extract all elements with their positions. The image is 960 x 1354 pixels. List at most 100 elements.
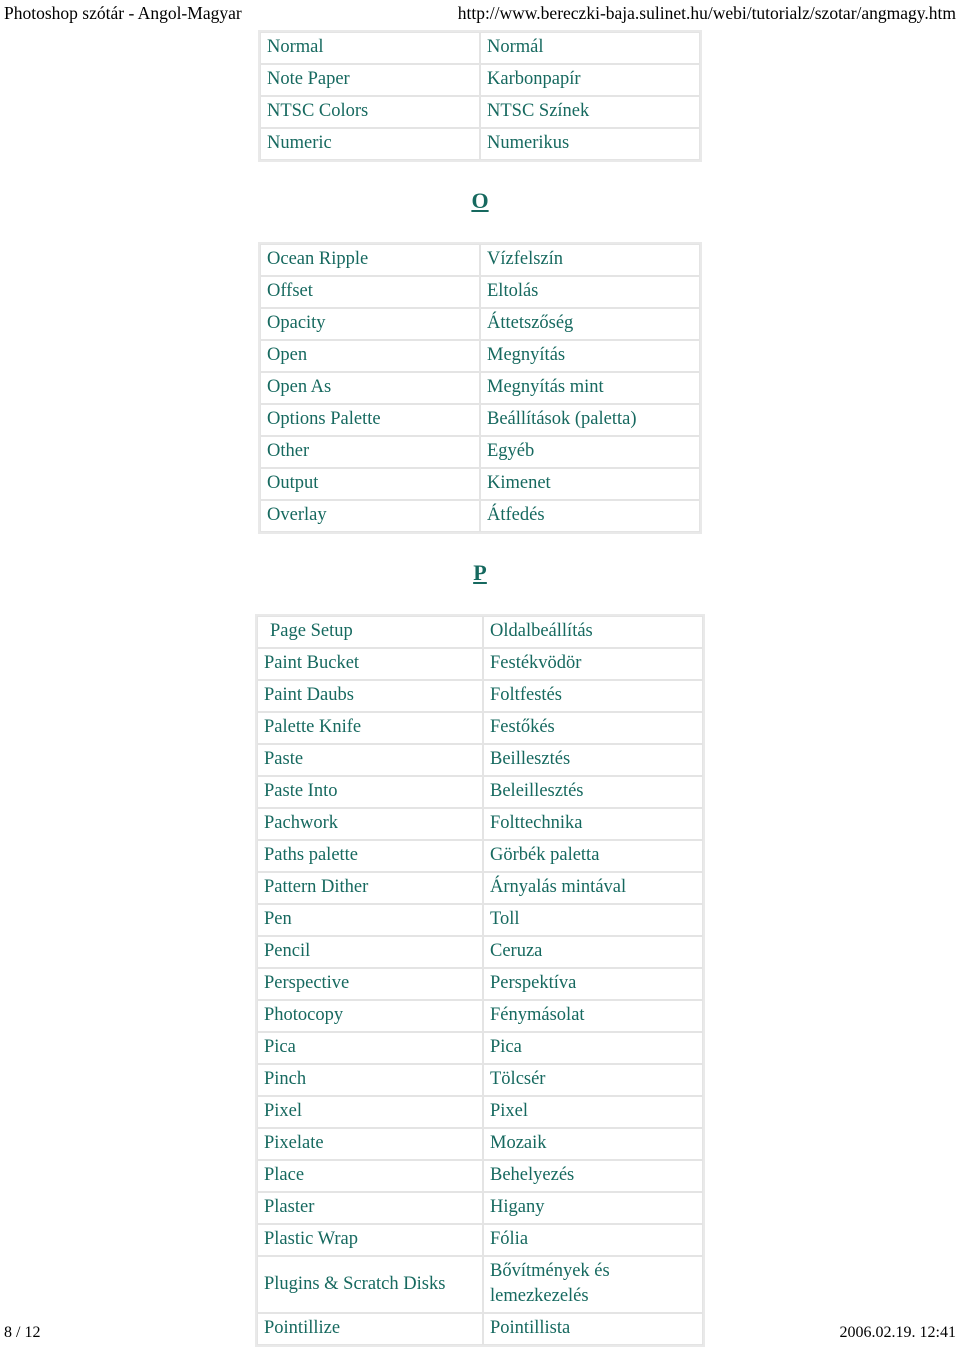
table-row: Photocopy Fénymásolat	[257, 1000, 703, 1032]
term-hungarian: Karbonpapír	[480, 64, 700, 96]
table-row: Pixel Pixel	[257, 1096, 703, 1128]
term-hungarian: Higany	[483, 1192, 703, 1224]
term-hungarian: Foltfestés	[483, 680, 703, 712]
document-title: Photoshop szótár - Angol-Magyar	[4, 3, 242, 23]
term-english: Paste	[257, 744, 483, 776]
table-row: Paths palette Görbék paletta	[257, 840, 703, 872]
term-hungarian: Ceruza	[483, 936, 703, 968]
table-row: Numeric Numerikus	[260, 128, 700, 160]
table-row: Options Palette Beállítások (paletta)	[260, 404, 700, 436]
glossary-table-p: Page Setup Oldalbeállítás Paint Bucket Fest…	[255, 614, 705, 1347]
glossary-content: Normal Normál Note Paper Karbonpapír NTSC Co…	[0, 30, 960, 1347]
term-hungarian: Görbék paletta	[483, 840, 703, 872]
term-english: Pen	[257, 904, 483, 936]
term-english: Palette Knife	[257, 712, 483, 744]
table-row: Plastic Wrap Fólia	[257, 1224, 703, 1256]
print-footer: 8 / 12 2006.02.19. 12:41	[0, 1324, 960, 1346]
table-row: Plugins & Scratch Disks Bővítmények és le…	[257, 1256, 703, 1313]
term-english: Other	[260, 436, 480, 468]
table-row: Paint Daubs Foltfestés	[257, 680, 703, 712]
term-english: Perspective	[257, 968, 483, 1000]
term-english: Pencil	[257, 936, 483, 968]
term-english: Plaster	[257, 1192, 483, 1224]
term-english: Output	[260, 468, 480, 500]
term-hungarian: Beillesztés	[483, 744, 703, 776]
page-root: { "print_header": { "title": "Photoshop …	[0, 0, 960, 1354]
term-english: Pachwork	[257, 808, 483, 840]
term-hungarian: Megnyítás mint	[480, 372, 700, 404]
table-row: Paint Bucket Festékvödör	[257, 648, 703, 680]
table-row: Pinch Tölcsér	[257, 1064, 703, 1096]
term-english: NTSC Colors	[260, 96, 480, 128]
term-english: Overlay	[260, 500, 480, 532]
term-english: Normal	[260, 32, 480, 64]
term-english: Place	[257, 1160, 483, 1192]
term-english: Offset	[260, 276, 480, 308]
table-row: Offset Eltolás	[260, 276, 700, 308]
letter-anchor-o[interactable]: O	[0, 188, 960, 214]
table-row: Ocean Ripple Vízfelszín	[260, 244, 700, 276]
term-hungarian: Áttetszőség	[480, 308, 700, 340]
term-hungarian: Beleillesztés	[483, 776, 703, 808]
term-hungarian: Mozaik	[483, 1128, 703, 1160]
term-hungarian: Kimenet	[480, 468, 700, 500]
term-hungarian: Tölcsér	[483, 1064, 703, 1096]
term-hungarian: Átfedés	[480, 500, 700, 532]
term-english: Pixel	[257, 1096, 483, 1128]
term-english: Opacity	[260, 308, 480, 340]
term-english: Photocopy	[257, 1000, 483, 1032]
term-hungarian: Perspektíva	[483, 968, 703, 1000]
table-row: Open Megnyítás	[260, 340, 700, 372]
table-row: Pica Pica	[257, 1032, 703, 1064]
table-row: Pen Toll	[257, 904, 703, 936]
term-hungarian: Eltolás	[480, 276, 700, 308]
term-english: Options Palette	[260, 404, 480, 436]
table-row: Paste Beillesztés	[257, 744, 703, 776]
term-hungarian: NTSC Színek	[480, 96, 700, 128]
term-english: Open As	[260, 372, 480, 404]
table-row: Opacity Áttetszőség	[260, 308, 700, 340]
term-english: Paste Into	[257, 776, 483, 808]
term-hungarian: Egyéb	[480, 436, 700, 468]
table-row: Pattern Dither Árnyalás mintával	[257, 872, 703, 904]
term-hungarian: Festőkés	[483, 712, 703, 744]
page-number: 8 / 12	[4, 1324, 41, 1341]
glossary-table-o: Ocean Ripple Vízfelszín Offset Eltolás Opaci…	[258, 242, 702, 534]
table-row: Pachwork Folttechnika	[257, 808, 703, 840]
term-english: Ocean Ripple	[260, 244, 480, 276]
term-hungarian: Vízfelszín	[480, 244, 700, 276]
table-row: Other Egyéb	[260, 436, 700, 468]
term-hungarian: Fénymásolat	[483, 1000, 703, 1032]
table-row: Perspective Perspektíva	[257, 968, 703, 1000]
table-row: Plaster Higany	[257, 1192, 703, 1224]
term-hungarian: Fólia	[483, 1224, 703, 1256]
term-english: Pinch	[257, 1064, 483, 1096]
term-hungarian: Festékvödör	[483, 648, 703, 680]
term-hungarian: Megnyítás	[480, 340, 700, 372]
glossary-table-n: Normal Normál Note Paper Karbonpapír NTSC Co…	[258, 30, 702, 162]
table-row: Page Setup Oldalbeállítás	[257, 616, 703, 648]
table-row: Pencil Ceruza	[257, 936, 703, 968]
term-english: Pica	[257, 1032, 483, 1064]
term-english: Pixelate	[257, 1128, 483, 1160]
term-hungarian: Pixel	[483, 1096, 703, 1128]
letter-anchor-p[interactable]: P	[0, 560, 960, 586]
term-hungarian: Toll	[483, 904, 703, 936]
term-english: Note Paper	[260, 64, 480, 96]
term-hungarian: Bővítmények és lemezkezelés	[483, 1256, 703, 1313]
letter-anchor-link[interactable]: O	[471, 188, 488, 213]
term-english: Pattern Dither	[257, 872, 483, 904]
letter-anchor-link[interactable]: P	[473, 560, 486, 585]
term-english: Page Setup	[257, 616, 483, 648]
term-hungarian: Árnyalás mintával	[483, 872, 703, 904]
table-row: NTSC Colors NTSC Színek	[260, 96, 700, 128]
table-row: Output Kimenet	[260, 468, 700, 500]
term-hungarian: Pica	[483, 1032, 703, 1064]
table-row: Normal Normál	[260, 32, 700, 64]
print-header: Photoshop szótár - Angol-Magyar http://w…	[0, 0, 960, 30]
term-english: Paths palette	[257, 840, 483, 872]
